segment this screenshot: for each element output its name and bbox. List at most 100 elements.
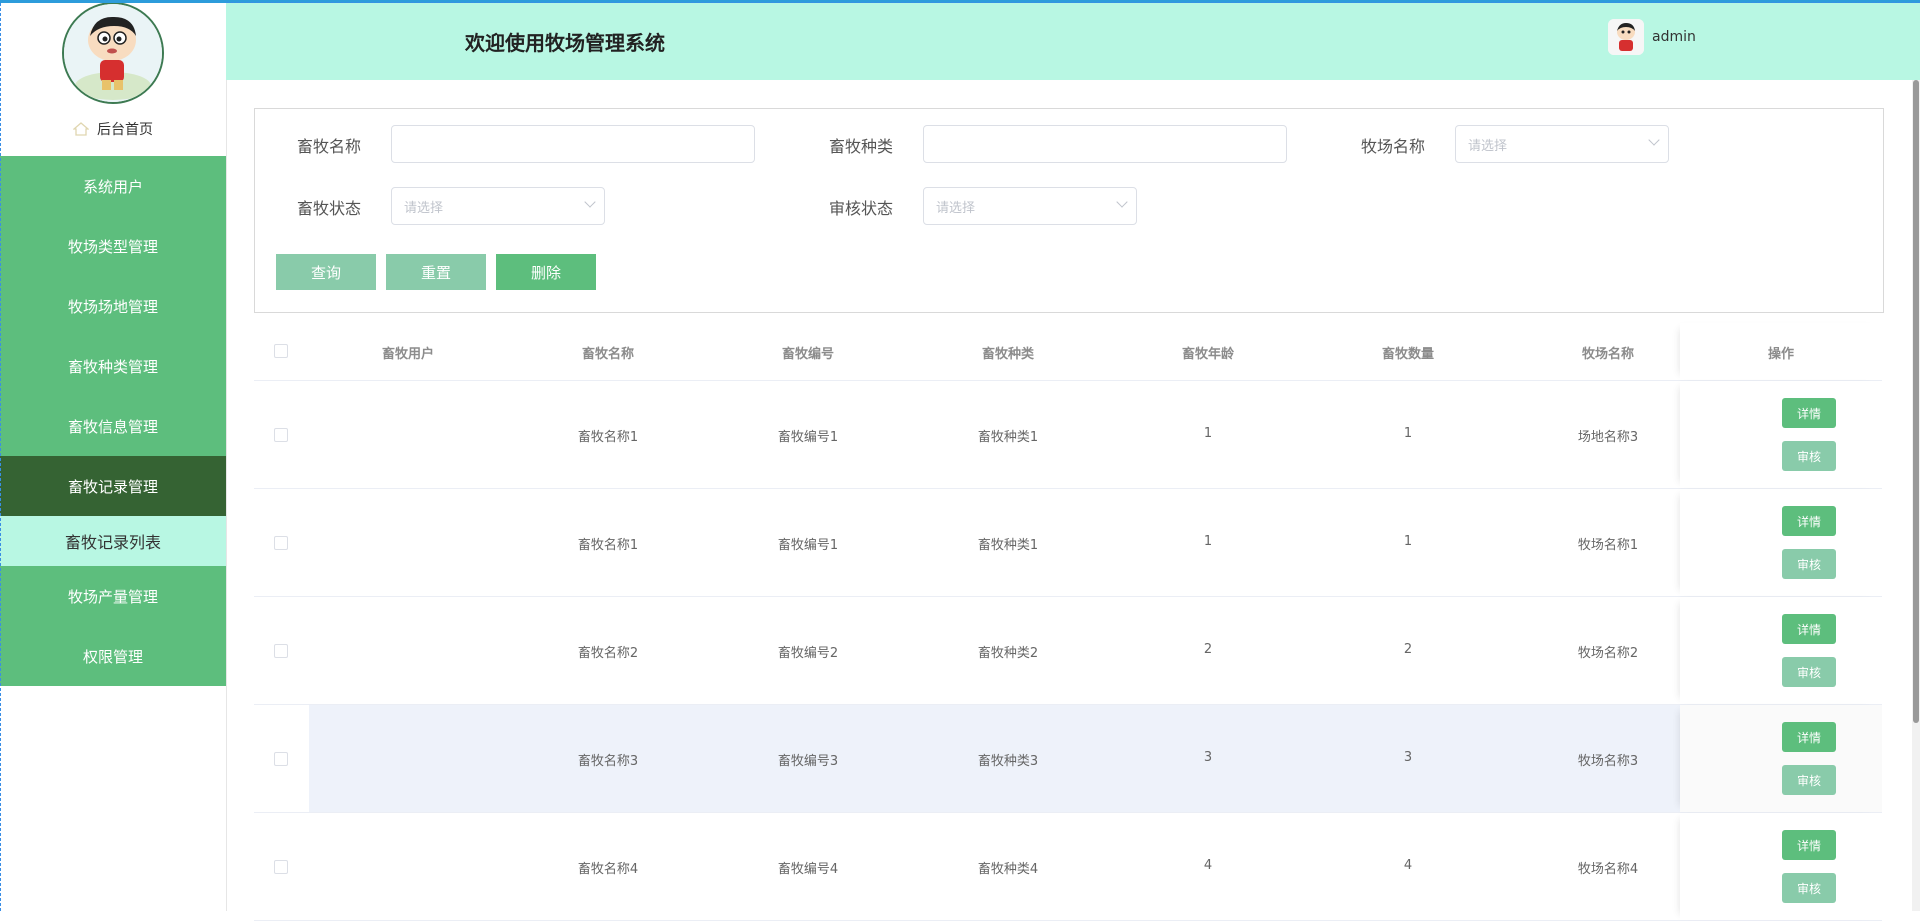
records-table: 畜牧用户 畜牧名称 畜牧编号 畜牧种类 畜牧年龄 畜牧数量 牧场名称 操作 畜牧… bbox=[254, 323, 1882, 921]
review-button[interactable]: 审核 bbox=[1782, 549, 1836, 579]
livestock-type-input[interactable] bbox=[923, 125, 1287, 163]
row-actions: 详情 审核 bbox=[1680, 489, 1882, 596]
cell-ranch: 牧场名称4 bbox=[1577, 862, 1639, 877]
user-avatar-illustration bbox=[1608, 19, 1644, 55]
cell-type: 畜牧种类1 bbox=[977, 430, 1039, 445]
search-panel: 畜牧名称 畜牧种类 牧场名称 请选择 畜牧状态 请选择 审核状态 请选择 查询 … bbox=[254, 108, 1884, 313]
sidebar-item-livestock-type[interactable]: 畜牧种类管理 bbox=[0, 336, 226, 396]
top-header: 欢迎使用牧场管理系统 admin bbox=[226, 3, 1920, 80]
table-row[interactable]: 畜牧名称2 畜牧编号2 畜牧种类2 2 2 牧场名称2 详情 审核 bbox=[254, 597, 1882, 705]
row-checkbox[interactable] bbox=[274, 860, 288, 874]
cell-ranch: 场地名称3 bbox=[1577, 430, 1639, 445]
cell-ranch: 牧场名称3 bbox=[1577, 754, 1639, 769]
home-link[interactable]: 后台首页 bbox=[0, 118, 226, 140]
row-actions: 详情 审核 bbox=[1680, 381, 1882, 488]
menu-label: 牧场产量管理 bbox=[67, 587, 158, 606]
menu-label: 权限管理 bbox=[82, 647, 143, 666]
detail-button[interactable]: 详情 bbox=[1782, 614, 1836, 644]
column-header-user: 畜牧用户 bbox=[381, 347, 435, 362]
cell-age: 3 bbox=[1203, 750, 1213, 765]
table-header: 畜牧用户 畜牧名称 畜牧编号 畜牧种类 畜牧年龄 畜牧数量 牧场名称 操作 bbox=[254, 323, 1882, 381]
delete-button[interactable]: 删除 bbox=[496, 254, 596, 290]
page-title: 欢迎使用牧场管理系统 bbox=[465, 31, 665, 55]
column-header-ranch: 牧场名称 bbox=[1581, 347, 1635, 362]
livestock-status-label: 畜牧状态 bbox=[297, 199, 362, 218]
livestock-status-select[interactable]: 请选择 bbox=[391, 187, 605, 225]
column-header-code: 畜牧编号 bbox=[781, 347, 835, 362]
table-row[interactable]: 畜牧名称4 畜牧编号4 畜牧种类4 4 4 牧场名称4 详情 审核 bbox=[254, 813, 1882, 921]
cell-count: 1 bbox=[1403, 534, 1413, 549]
cell-name: 畜牧名称3 bbox=[577, 754, 639, 769]
cell-name: 畜牧名称1 bbox=[577, 538, 639, 553]
select-all-checkbox[interactable] bbox=[274, 344, 288, 358]
column-header-name: 畜牧名称 bbox=[581, 347, 635, 362]
row-actions: 详情 审核 bbox=[1680, 597, 1882, 704]
query-button[interactable]: 查询 bbox=[276, 254, 376, 290]
review-button[interactable]: 审核 bbox=[1782, 873, 1836, 903]
cell-name: 畜牧名称1 bbox=[577, 430, 639, 445]
ranch-name-placeholder: 请选择 bbox=[1468, 138, 1508, 154]
livestock-name-input[interactable] bbox=[391, 125, 755, 163]
user-menu[interactable]: admin bbox=[1608, 19, 1696, 55]
sidebar-avatar[interactable] bbox=[62, 2, 164, 104]
cell-count: 2 bbox=[1403, 642, 1413, 657]
column-header-actions: 操作 bbox=[1767, 347, 1795, 362]
user-avatar bbox=[1608, 19, 1644, 55]
row-checkbox[interactable] bbox=[274, 644, 288, 658]
sidebar-item-livestock-info[interactable]: 畜牧信息管理 bbox=[0, 396, 226, 456]
detail-button[interactable]: 详情 bbox=[1782, 722, 1836, 752]
cell-count: 3 bbox=[1403, 750, 1413, 765]
home-icon bbox=[73, 122, 89, 136]
review-button[interactable]: 审核 bbox=[1782, 657, 1836, 687]
livestock-type-label: 畜牧种类 bbox=[829, 137, 894, 156]
menu-label: 牧场场地管理 bbox=[67, 297, 158, 316]
frame-border-top bbox=[226, 2, 1920, 3]
cell-name: 畜牧名称4 bbox=[577, 862, 639, 877]
row-checkbox[interactable] bbox=[274, 752, 288, 766]
review-status-select[interactable]: 请选择 bbox=[923, 187, 1137, 225]
submenu-label: 畜牧记录列表 bbox=[64, 533, 161, 552]
cell-code: 畜牧编号3 bbox=[777, 754, 839, 769]
cell-ranch: 牧场名称1 bbox=[1577, 538, 1639, 553]
operations-column-header: 操作 bbox=[1680, 323, 1882, 380]
frame-border-left bbox=[0, 3, 1, 911]
detail-button[interactable]: 详情 bbox=[1782, 398, 1836, 428]
ranch-name-select[interactable]: 请选择 bbox=[1455, 125, 1669, 163]
sidebar-item-ranch-type[interactable]: 牧场类型管理 bbox=[0, 216, 226, 276]
detail-button[interactable]: 详情 bbox=[1782, 506, 1836, 536]
review-status-label: 审核状态 bbox=[829, 199, 894, 218]
review-button[interactable]: 审核 bbox=[1782, 441, 1836, 471]
reset-button[interactable]: 重置 bbox=[386, 254, 486, 290]
menu-label: 牧场类型管理 bbox=[67, 237, 158, 256]
cell-code: 畜牧编号1 bbox=[777, 538, 839, 553]
cell-type: 畜牧种类1 bbox=[977, 538, 1039, 553]
cell-code: 畜牧编号2 bbox=[777, 646, 839, 661]
cell-name: 畜牧名称2 bbox=[577, 646, 639, 661]
page-scrollbar[interactable] bbox=[1912, 80, 1920, 911]
sidebar-item-system-users[interactable]: 系统用户 bbox=[0, 156, 226, 216]
cell-ranch: 牧场名称2 bbox=[1577, 646, 1639, 661]
cell-age: 2 bbox=[1203, 642, 1213, 657]
cell-count: 1 bbox=[1403, 426, 1413, 441]
sidebar-item-permission[interactable]: 权限管理 bbox=[0, 626, 226, 686]
menu-label: 系统用户 bbox=[82, 177, 143, 196]
cell-age: 1 bbox=[1203, 426, 1213, 441]
column-header-count: 畜牧数量 bbox=[1381, 347, 1435, 362]
cell-type: 畜牧种类2 bbox=[977, 646, 1039, 661]
chevron-down-icon bbox=[584, 196, 596, 208]
table-row[interactable]: 畜牧名称1 畜牧编号1 畜牧种类1 1 1 牧场名称1 详情 审核 bbox=[254, 489, 1882, 597]
avatar-illustration bbox=[64, 4, 162, 102]
review-button[interactable]: 审核 bbox=[1782, 765, 1836, 795]
scrollbar-thumb[interactable] bbox=[1913, 80, 1919, 723]
table-row-hovered[interactable]: 畜牧名称3 畜牧编号3 畜牧种类3 3 3 牧场名称3 详情 审核 bbox=[254, 705, 1882, 813]
chevron-down-icon bbox=[1648, 134, 1660, 146]
sidebar-item-ranch-site[interactable]: 牧场场地管理 bbox=[0, 276, 226, 336]
sidebar-item-livestock-record[interactable]: 畜牧记录管理 bbox=[0, 456, 226, 516]
sidebar-subitem-record-list[interactable]: 畜牧记录列表 bbox=[0, 516, 226, 566]
row-checkbox[interactable] bbox=[274, 536, 288, 550]
sidebar-item-ranch-output[interactable]: 牧场产量管理 bbox=[0, 566, 226, 626]
cell-code: 畜牧编号1 bbox=[777, 430, 839, 445]
detail-button[interactable]: 详情 bbox=[1782, 830, 1836, 860]
table-row[interactable]: 畜牧名称1 畜牧编号1 畜牧种类1 1 1 场地名称3 详情 审核 bbox=[254, 381, 1882, 489]
row-checkbox[interactable] bbox=[274, 428, 288, 442]
